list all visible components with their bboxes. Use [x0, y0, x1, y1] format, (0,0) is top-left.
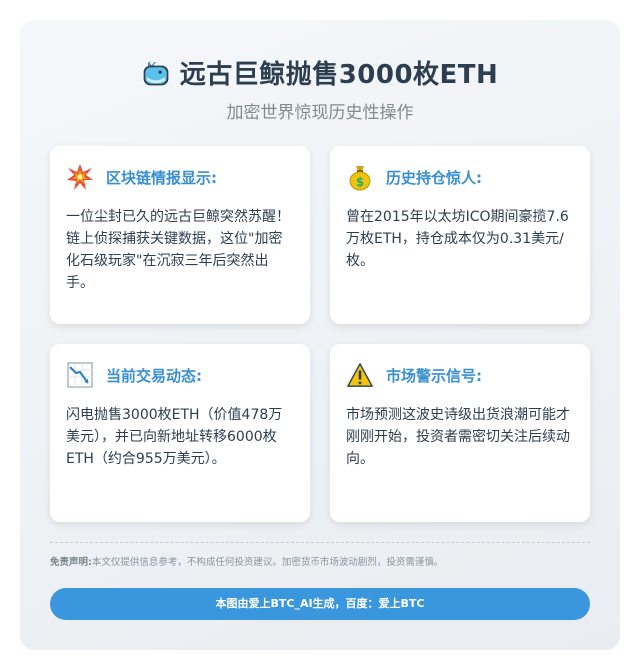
disclaimer-text: 本文仅提供信息参考，不构成任何投资建议。加密货币市场波动剧烈，投资需谨慎。	[91, 557, 444, 568]
page-title: 远古巨鲸抛售3000枚ETH	[179, 60, 499, 90]
card-body: 一位尘封已久的远古巨鲸突然苏醒！链上侦探捕获关键数据，这位"加密化石级玩家"在沉…	[66, 209, 290, 291]
main-panel: 远古巨鲸抛售3000枚ETH 加密世界惊现历史性操作 区块链情报显示: 一位尘封…	[20, 20, 620, 650]
money-bag-icon: $	[346, 163, 374, 191]
card-title: 历史持仓惊人:	[386, 168, 482, 187]
header: 远古巨鲸抛售3000枚ETH	[20, 54, 620, 94]
card-market-warning: 市场警示信号: 市场预测这波史诗级出货浪潮可能才刚刚开始，投资者需密切关注后续动…	[330, 344, 590, 522]
page-subtitle: 加密世界惊现历史性操作	[226, 103, 414, 123]
disclaimer: 免责声明:本文仅提供信息参考，不构成任何投资建议。加密货币市场波动剧烈，投资需谨…	[50, 554, 590, 568]
collision-icon	[66, 163, 94, 191]
card-body: 曾在2015年以太坊ICO期间豪揽7.6万枚ETH，持仓成本仅为0.31美元/枚…	[346, 209, 569, 269]
whale-icon	[142, 59, 170, 87]
card-body: 市场预测这波史诗级出货浪潮可能才刚刚开始，投资者需密切关注后续动向。	[346, 407, 570, 467]
card-title: 区块链情报显示:	[106, 168, 217, 187]
generated-by-banner: 本图由爱上BTC_AI生成，百度：爱上BTC	[50, 588, 590, 620]
card-title: 市场警示信号:	[386, 366, 482, 385]
card-body: 闪电抛售3000枚ETH（价值478万美元），并已向新地址转移6000枚ETH（…	[66, 407, 283, 467]
chart-decreasing-icon	[66, 361, 94, 389]
warning-icon	[346, 361, 374, 389]
card-blockchain-intel: 区块链情报显示: 一位尘封已久的远古巨鲸突然苏醒！链上侦探捕获关键数据，这位"加…	[50, 146, 310, 324]
disclaimer-label: 免责声明:	[50, 557, 92, 568]
svg-text:$: $	[356, 175, 364, 189]
divider	[50, 542, 590, 543]
card-current-trading: 当前交易动态: 闪电抛售3000枚ETH（价值478万美元），并已向新地址转移6…	[50, 344, 310, 522]
card-title: 当前交易动态:	[106, 366, 202, 385]
card-historic-holdings: $ 历史持仓惊人: 曾在2015年以太坊ICO期间豪揽7.6万枚ETH，持仓成本…	[330, 146, 590, 324]
